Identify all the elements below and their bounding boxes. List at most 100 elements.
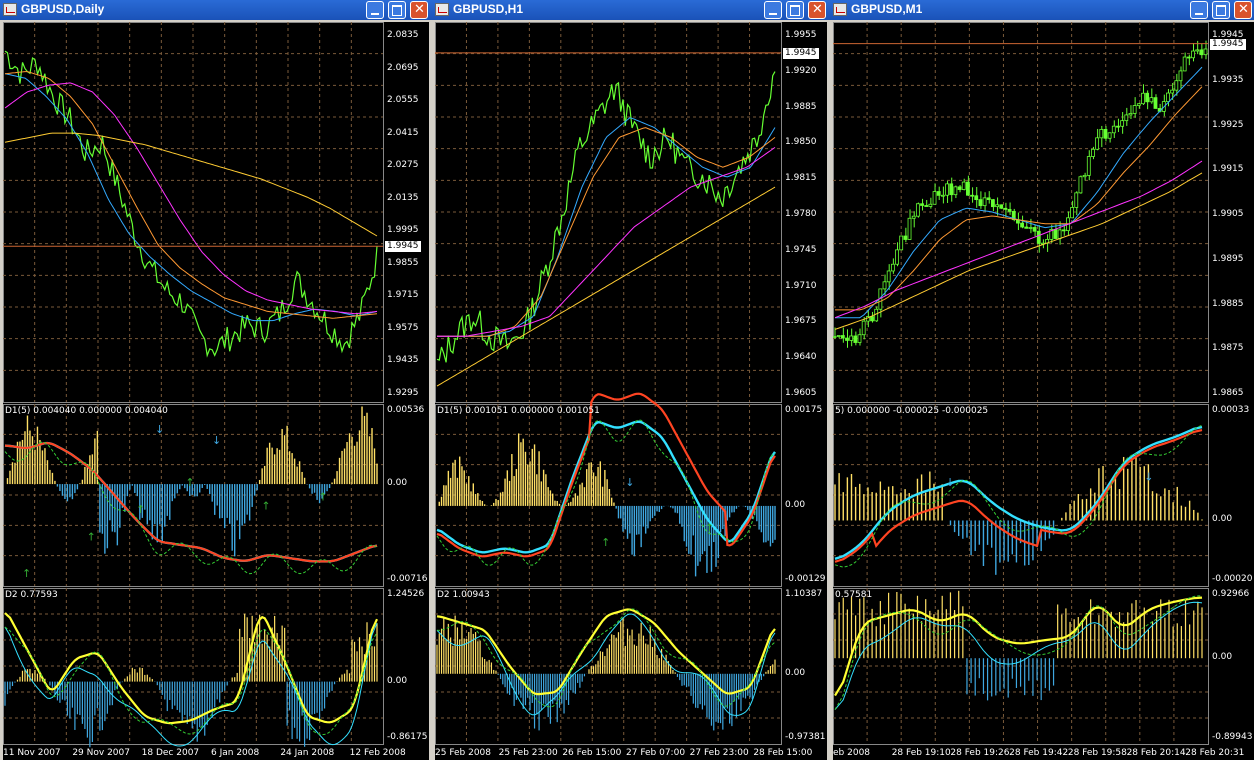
candle-body: [849, 335, 854, 341]
d2-indicator-header: 0.57581: [835, 590, 873, 600]
close-button[interactable]: ✕: [410, 1, 428, 19]
d1-tick-min: -0.00020: [1212, 574, 1253, 584]
minimize-button[interactable]: [1190, 1, 1208, 19]
candle-body: [945, 183, 949, 196]
d2-signal-line: [4, 622, 378, 747]
candle-body: [853, 335, 858, 343]
candle-body: [1149, 97, 1154, 103]
candle-body: [1182, 56, 1187, 72]
price-tick-label: 1.9850: [785, 137, 817, 148]
price-tick-label: 1.9710: [785, 280, 817, 291]
maximize-button[interactable]: [388, 1, 406, 19]
candle-body: [1141, 92, 1145, 105]
candle-body: [924, 205, 929, 207]
candle-body: [1116, 125, 1120, 128]
candle-body: [1028, 227, 1033, 229]
candle-body: [1153, 97, 1158, 109]
candle-body: [974, 195, 979, 200]
candle-body: [1032, 227, 1037, 232]
candle-body: [915, 203, 920, 217]
signal-arrow-icon: ↓: [212, 434, 221, 447]
candle-body: [1103, 129, 1108, 139]
minimize-button[interactable]: [764, 1, 782, 19]
d2-main-line: [4, 612, 378, 725]
chart-window-h1[interactable]: GBPUSD,H1 ✕ ↓ ↑ ↑ 1.9955 1.9920 1.9885 1.9850 1…: [432, 0, 830, 760]
candle-body: [1078, 176, 1083, 194]
time-axis-label: 25 Feb 2008: [435, 748, 492, 758]
moving-average-line: [4, 82, 378, 315]
candle-body: [1195, 49, 1200, 52]
price-tick-label: 1.9855: [387, 257, 419, 268]
maximize-button[interactable]: [1212, 1, 1230, 19]
minimize-icon: [769, 13, 777, 15]
moving-average-line: [4, 73, 378, 322]
candle-body: [940, 194, 945, 197]
price-tick-label: 1.9905: [1212, 209, 1244, 219]
candle-body: [1136, 103, 1141, 106]
signal-arrow-icon: ↑: [87, 531, 96, 544]
window-titlebar[interactable]: GBPUSD,M1 ✕: [830, 0, 1254, 20]
signal-arrow-icon: ↑: [601, 536, 610, 549]
d1-indicator-header: D1(5) 0.004040 0.000000 0.004040: [5, 406, 168, 416]
moving-average-line: [834, 172, 1203, 330]
candle-body: [982, 197, 987, 207]
candle-body: [890, 263, 895, 272]
d2-tick-max: 0.92966: [1212, 589, 1250, 599]
time-axis-label: 28 Feb 19:10: [891, 748, 951, 758]
candle-body: [978, 199, 983, 207]
signal-arrow-icon: ↑: [185, 476, 194, 489]
d1-tick-max: 0.00536: [387, 405, 425, 415]
candle-body: [920, 203, 924, 206]
candle-body: [1107, 132, 1112, 139]
maximize-icon: [790, 5, 800, 16]
close-button[interactable]: ✕: [808, 1, 826, 19]
candle-body: [1199, 49, 1204, 56]
candle-body: [970, 194, 974, 197]
price-tick-label: 1.9780: [785, 209, 817, 219]
price-tick-label: 1.9640: [785, 352, 817, 363]
close-button[interactable]: ✕: [1234, 1, 1252, 19]
candle-body: [965, 181, 970, 196]
signal-line-cyan: [436, 420, 776, 554]
moving-average-line: [437, 117, 776, 337]
chart-window-m1[interactable]: GBPUSD,M1 ✕ ↓ ↓ 1.9945 1.9935 1.9925 1.9915 1.…: [830, 0, 1254, 760]
candle-body: [907, 217, 912, 240]
time-axis-label: 28 Feb 20:14: [1126, 748, 1186, 758]
d2-signal-line: [436, 613, 776, 716]
candle-body: [1124, 114, 1129, 122]
price-tick-label: 1.9925: [1212, 119, 1244, 130]
price-tick-label: 1.9885: [1212, 298, 1244, 309]
chart-area[interactable]: ↓ ↑ ↑ 1.9955 1.9920 1.9885 1.9850 1.9815 1.9780 1…: [435, 22, 827, 760]
d1-indicator-header: D1(5) 0.001051 0.000000 0.001051: [437, 406, 600, 416]
window-titlebar[interactable]: GBPUSD,Daily ✕: [0, 0, 432, 20]
d2-tick-min: -0.86175: [387, 732, 428, 742]
candle-body: [1091, 148, 1095, 157]
candle-body: [870, 316, 874, 322]
window-titlebar[interactable]: GBPUSD,H1 ✕: [432, 0, 830, 20]
candle-body: [1186, 56, 1191, 59]
time-axis-label: 28 Feb 19:42: [1009, 748, 1069, 758]
candle-body: [1111, 125, 1116, 134]
signal-line-red: [834, 429, 1203, 563]
chart-area[interactable]: ↓ ↓ ↑ ↑ ↑ ↑ ↑ ↑ 2.0835 2.0695 2.0555 2.0415 2.0275 2.…: [3, 22, 429, 760]
close-icon: ✕: [1238, 2, 1249, 17]
window-title: GBPUSD,M1: [851, 2, 923, 16]
time-axis-label: 12 Feb 2008: [349, 748, 406, 758]
candle-body: [961, 181, 966, 190]
candle-body: [1203, 48, 1208, 56]
candle-body: [874, 308, 879, 322]
signal-arrow-icon: ↓: [625, 476, 634, 489]
minimize-button[interactable]: [366, 1, 384, 19]
price-tick-label: 1.9745: [785, 244, 817, 255]
current-price-label: 1.9945: [782, 46, 820, 60]
d2-tick-max: 1.24526: [387, 589, 425, 599]
chart-window-daily[interactable]: GBPUSD,Daily ✕ ↓ ↓ ↑ ↑ ↑ ↑ ↑ ↑ 2.0835 2.0695 2.055…: [0, 0, 432, 760]
time-axis-label: 11 Nov 2007: [3, 748, 61, 758]
time-axis-label: 6 Jan 2008: [211, 748, 260, 758]
maximize-button[interactable]: [786, 1, 804, 19]
candle-body: [833, 336, 837, 338]
candle-body: [1178, 70, 1183, 82]
chart-area[interactable]: ↓ ↓ 1.9945 1.9935 1.9925 1.9915 1.9905 1.9895 1.…: [833, 22, 1254, 760]
chart-svg: ↓ ↓ ↑ ↑ ↑ ↑ ↑ ↑: [3, 22, 384, 748]
signal-arrow-icon: ↑: [318, 490, 327, 503]
